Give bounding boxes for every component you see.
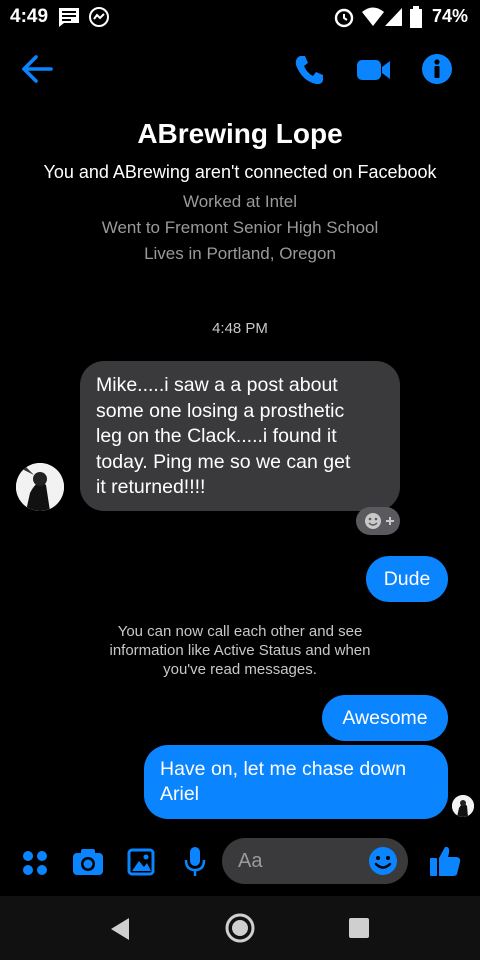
camera-icon[interactable]	[72, 848, 104, 876]
add-reaction-icon	[365, 513, 394, 529]
message-line: Mike.....i saw a a post about	[96, 374, 338, 396]
message-timestamp: 4:48 PM	[212, 320, 268, 337]
message-input-placeholder: Aa	[238, 850, 263, 872]
message-line: Ariel	[160, 783, 200, 805]
outgoing-message-bubble[interactable]: Dude	[366, 556, 448, 602]
like-icon[interactable]	[428, 844, 462, 878]
messenger-icon	[89, 7, 109, 27]
wifi-icon	[362, 7, 384, 26]
alarm-icon	[334, 8, 354, 28]
conversation-header	[0, 44, 480, 100]
video-icon[interactable]	[356, 57, 392, 83]
message-line: it returned!!!!	[96, 476, 206, 498]
avatar[interactable]	[16, 463, 64, 511]
back-arrow-icon[interactable]	[20, 54, 54, 84]
outgoing-message-bubble[interactable]: Awesome	[322, 695, 448, 741]
status-time: 4:49	[10, 6, 49, 27]
system-navigation-bar	[0, 896, 480, 960]
back-nav-icon[interactable]	[108, 916, 132, 942]
message-line: leg on the Clack.....i found it	[96, 425, 337, 447]
profile-detail-location: Lives in Portland, Oregon	[144, 244, 336, 263]
gallery-icon[interactable]	[127, 848, 155, 876]
message-line: some one losing a prosthetic	[96, 399, 345, 422]
system-notice-line: you've read messages.	[163, 661, 317, 678]
recents-nav-icon[interactable]	[348, 917, 370, 939]
battery-icon	[410, 6, 422, 28]
signal-icon	[385, 8, 402, 26]
system-notice: You can now call each other and see info…	[70, 622, 410, 679]
add-reaction-button[interactable]	[356, 507, 400, 535]
microphone-icon[interactable]	[183, 846, 207, 878]
profile-name: ABrewing Lope	[137, 118, 343, 149]
outgoing-message-bubble[interactable]: Have on, let me chase down Ariel	[144, 745, 448, 819]
message-notification-icon	[59, 8, 79, 27]
apps-icon[interactable]	[22, 850, 48, 876]
connection-note: You and ABrewing aren't connected on Fac…	[43, 162, 437, 182]
info-icon[interactable]	[421, 53, 453, 85]
system-notice-line: information like Active Status and when	[109, 642, 371, 659]
profile-detail-school: Went to Fremont Senior High School	[101, 218, 379, 237]
phone-icon[interactable]	[292, 53, 326, 87]
profile-detail-work: Worked at Intel	[182, 192, 298, 211]
incoming-message-bubble[interactable]: Mike.....i saw a a post about some one l…	[80, 361, 400, 511]
read-receipt-avatar	[452, 795, 474, 817]
status-bar: 4:49 74%	[0, 0, 480, 34]
message-line: Have on, let me chase down	[160, 758, 407, 780]
emoji-icon[interactable]	[368, 846, 398, 876]
home-nav-icon[interactable]	[224, 912, 256, 944]
system-notice-line: You can now call each other and see	[117, 623, 363, 640]
battery-percentage: 74%	[431, 6, 468, 26]
message-line: today. Ping me so we can get	[96, 450, 351, 473]
